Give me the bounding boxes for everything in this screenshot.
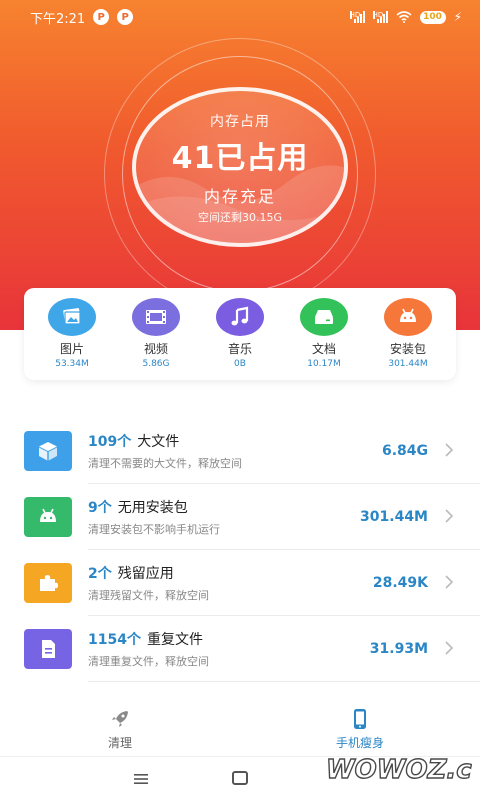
menu-icon[interactable]: [134, 773, 148, 785]
category-size: 0B: [234, 359, 246, 369]
music-icon: [216, 298, 264, 336]
category-music[interactable]: 音乐 0B: [200, 298, 280, 380]
cube-icon: [24, 431, 72, 471]
category-documents[interactable]: 文档 10.17M: [284, 298, 364, 380]
category-name: 图片: [59, 342, 84, 356]
tab-label: 清理: [107, 736, 132, 750]
list-item-large-files[interactable]: 109个 大文件 清理不需要的大文件，释放空间 6.84G: [0, 418, 480, 484]
site-watermark: WOWOZ.com: [325, 754, 472, 785]
image-icon: [48, 298, 96, 336]
video-icon: [132, 298, 180, 336]
category-size: 5.86G: [142, 359, 170, 369]
item-size: 28.49K: [372, 575, 428, 591]
battery-icon: 100: [419, 10, 446, 24]
category-name: 视频: [143, 342, 168, 356]
list-item-residual-apps[interactable]: 2个 残留应用 清理残留文件，释放空间 28.49K: [0, 550, 480, 616]
home-button[interactable]: [232, 771, 248, 785]
item-size: 31.93M: [369, 641, 428, 657]
list-item-useless-packages[interactable]: 9个 无用安装包 清理安装包不影响手机运行 301.44M: [0, 484, 480, 550]
chevron-right-icon: [445, 641, 454, 655]
item-subtitle: 清理残留文件，释放空间: [88, 589, 209, 602]
signal-icon: HD: [372, 11, 388, 23]
memory-used-value: 41已占用: [171, 141, 309, 176]
item-size: 6.84G: [381, 443, 428, 459]
category-name: 安装包: [389, 342, 426, 356]
category-images[interactable]: 图片 53.34M: [32, 298, 112, 380]
item-subtitle: 清理重复文件，释放空间: [88, 655, 209, 668]
item-title: 无用安装包: [117, 500, 188, 516]
document-icon: [300, 298, 348, 336]
category-size: 10.17M: [307, 359, 341, 369]
signal-icon: HD: [349, 11, 365, 23]
item-subtitle: 清理安装包不影响手机运行: [88, 523, 220, 536]
category-packages[interactable]: 安装包 301.44M: [368, 298, 448, 380]
category-card: 图片 53.34M 视频 5.86G 音乐 0B 文档 10.17M 安装包 3…: [24, 288, 456, 380]
item-title: 大文件: [137, 434, 180, 450]
android-icon: [24, 497, 72, 537]
item-count: 109个: [88, 434, 132, 450]
category-videos[interactable]: 视频 5.86G: [116, 298, 196, 380]
puzzle-icon: [24, 563, 72, 603]
tab-clean[interactable]: 清理: [60, 708, 180, 751]
chevron-right-icon: [445, 509, 454, 523]
category-name: 音乐: [227, 342, 252, 356]
category-size: 53.34M: [55, 359, 89, 369]
notification-icon: P: [93, 9, 110, 25]
item-title: 残留应用: [117, 566, 174, 582]
memory-label: 内存占用: [210, 114, 270, 130]
category-name: 文档: [311, 342, 336, 356]
status-time: 下午2:21: [30, 11, 86, 27]
item-count: 2个: [88, 566, 112, 582]
svg-text:WOWOZ.com: WOWOZ.com: [326, 755, 472, 785]
list-item-duplicate-files[interactable]: 1154个 重复文件 清理重复文件，释放空间 31.93M: [0, 616, 480, 682]
category-size: 301.44M: [388, 359, 428, 369]
tab-phone-slim[interactable]: 手机瘦身: [300, 708, 420, 751]
wifi-icon: [396, 11, 412, 23]
free-space: 空间还剩30.15G: [197, 211, 282, 224]
chevron-right-icon: [445, 575, 454, 589]
charging-icon: ⚡: [453, 10, 462, 24]
memory-gauge[interactable]: 内存占用 41已占用 内存充足 空间还剩30.15G: [132, 87, 348, 247]
file-icon: [24, 629, 72, 669]
slim-list: 109个 大文件 清理不需要的大文件，释放空间 6.84G 9个 无用安装包 清理安…: [0, 418, 480, 682]
chevron-right-icon: [445, 443, 454, 457]
item-subtitle: 清理不需要的大文件，释放空间: [88, 457, 242, 470]
item-title: 重复文件: [146, 632, 203, 648]
notification-icon: P: [117, 9, 134, 25]
item-count: 1154个: [88, 632, 141, 648]
memory-status: 内存充足: [203, 187, 276, 206]
phone-icon: [354, 709, 366, 729]
status-bar: 下午2:21 P P HD HD 100 ⚡: [0, 0, 480, 34]
item-count: 9个: [88, 500, 112, 516]
android-icon: [384, 298, 432, 336]
item-size: 301.44M: [360, 509, 428, 525]
rocket-icon: [112, 711, 128, 727]
